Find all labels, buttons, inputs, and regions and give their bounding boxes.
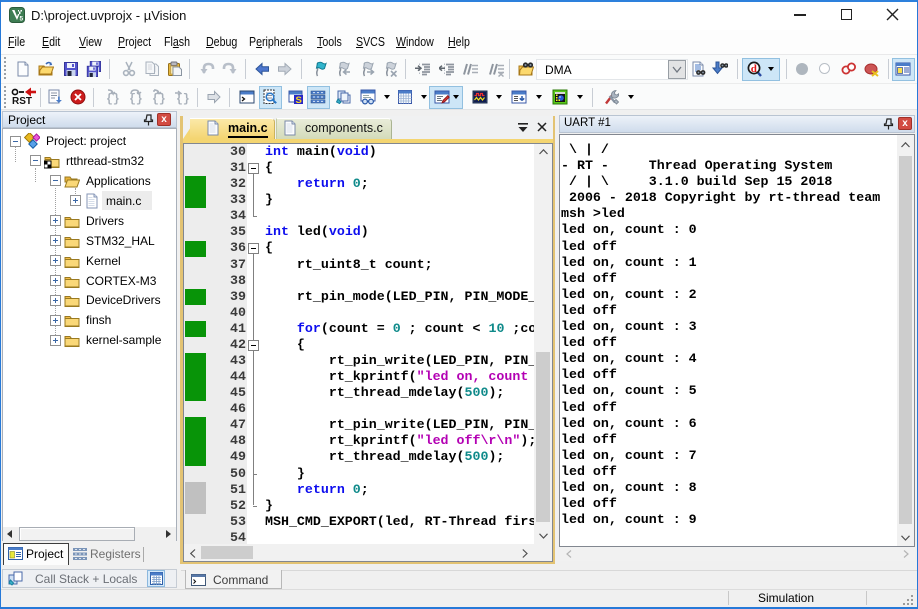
svg-text:d: d bbox=[751, 63, 757, 75]
svg-text:5: 5 bbox=[20, 16, 24, 23]
svg-text:S: S bbox=[296, 95, 302, 105]
svg-text:{}: {} bbox=[152, 93, 166, 105]
svg-text:{}: {} bbox=[176, 93, 190, 105]
svg-text:{}: {} bbox=[129, 93, 143, 105]
